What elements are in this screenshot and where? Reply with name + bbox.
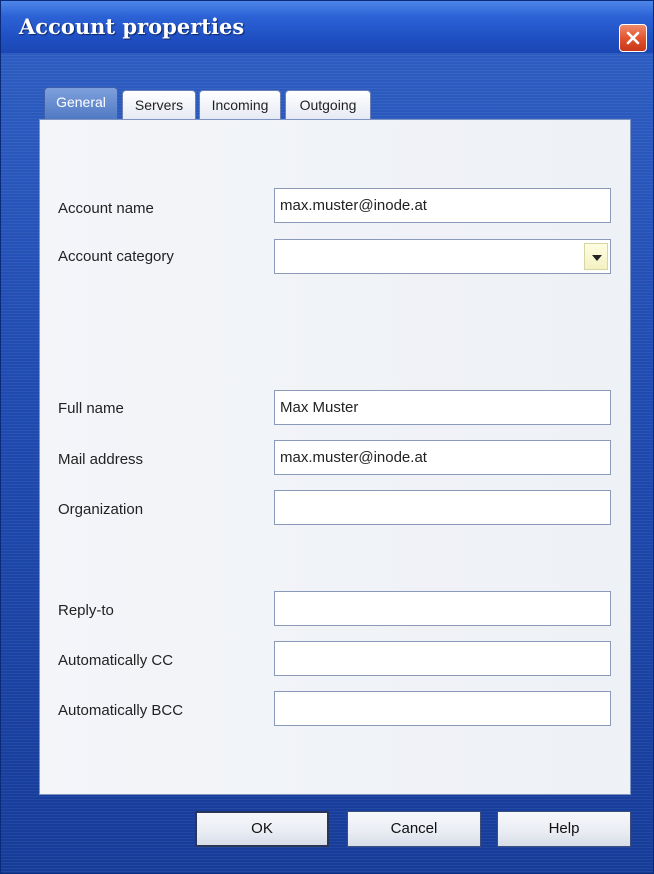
tab-general[interactable]: General — [44, 87, 118, 120]
tab-servers[interactable]: Servers — [122, 90, 196, 120]
organization-field[interactable] — [274, 490, 611, 525]
ok-button[interactable]: OK — [195, 811, 329, 847]
mail-address-label: Mail address — [58, 451, 144, 468]
close-icon — [626, 31, 640, 45]
tab-outgoing[interactable]: Outgoing — [285, 90, 371, 120]
auto-cc-field[interactable] — [274, 641, 611, 676]
reply-to-field[interactable] — [274, 591, 611, 626]
close-button[interactable] — [619, 24, 647, 52]
title-bar[interactable]: Account properties — [1, 1, 653, 53]
dropdown-button[interactable] — [584, 243, 608, 270]
mail-address-field[interactable]: max.muster@inode.at — [274, 440, 611, 475]
organization-label: Organization — [58, 501, 144, 518]
full-name-label: Full name — [58, 400, 124, 417]
account-name-label: Account name — [58, 200, 154, 217]
account-name-field[interactable]: max.muster@inode.at — [274, 188, 611, 223]
account-category-label: Account category — [58, 248, 174, 265]
full-name-field[interactable]: Max Muster — [274, 390, 611, 425]
reply-to-label: Reply-to — [58, 602, 114, 619]
account-category-select[interactable] — [274, 239, 611, 274]
help-button[interactable]: Help — [497, 811, 631, 847]
cancel-button[interactable]: Cancel — [347, 811, 481, 847]
tab-incoming[interactable]: Incoming — [199, 90, 281, 120]
auto-cc-label: Automatically CC — [58, 652, 174, 669]
account-properties-window: Account properties General Servers Incom… — [0, 0, 654, 874]
window-title: Account properties — [19, 14, 245, 39]
auto-bcc-field[interactable] — [274, 691, 611, 726]
auto-bcc-label: Automatically BCC — [58, 702, 184, 719]
chevron-down-icon — [592, 255, 602, 261]
